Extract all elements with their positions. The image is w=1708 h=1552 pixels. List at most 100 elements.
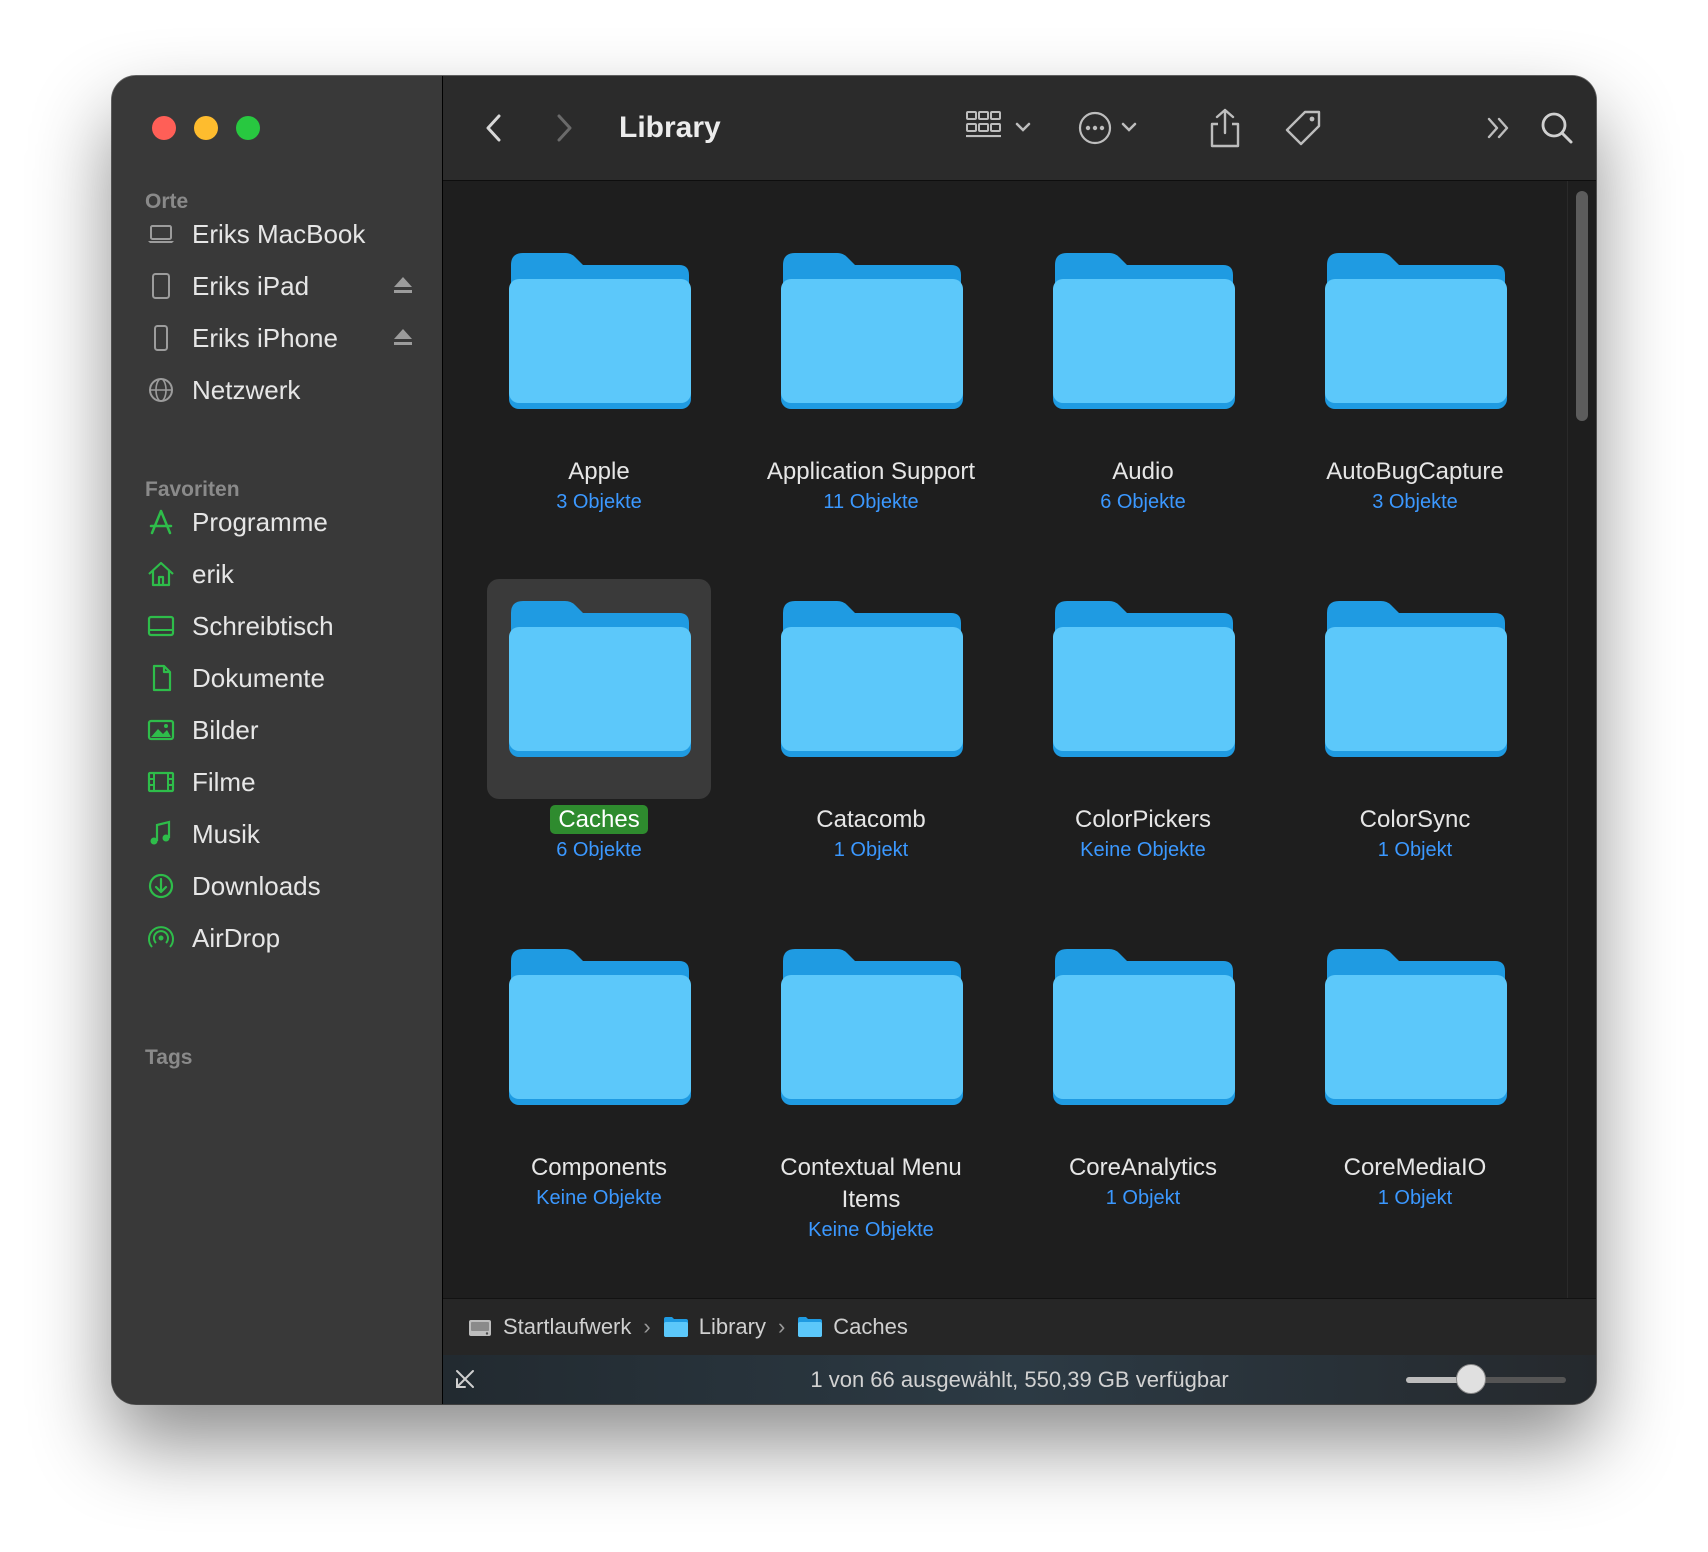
folder-item-count: 11 Objekte (823, 491, 919, 513)
folder-item-count: Keine Objekte (1080, 839, 1206, 861)
path-crumb-label: Library (698, 1314, 766, 1339)
folder-item-colorsync[interactable] (1303, 579, 1527, 799)
sidebar-item-musik[interactable]: Musik (144, 809, 414, 859)
action-menu-button[interactable] (1077, 106, 1147, 150)
folder-name[interactable]: ColorSync (1265, 804, 1565, 836)
folder-item-contextual-menu-items[interactable] (759, 927, 983, 1147)
sidebar-item-label: erik (192, 558, 234, 589)
window-title: Library (619, 111, 721, 144)
folder-name[interactable]: AutoBugCapture (1265, 456, 1565, 488)
sidebar-item-downloads[interactable]: Downloads (144, 861, 414, 911)
path-crumb-library[interactable]: Library (663, 1314, 766, 1340)
double-chevron-right-icon (1487, 117, 1509, 139)
eject-icon[interactable] (392, 326, 414, 348)
sidebar-item-airdrop[interactable]: AirDrop (144, 913, 414, 963)
folder-item-catacomb[interactable] (759, 579, 983, 799)
close-button[interactable] (152, 116, 176, 140)
folder-icon (509, 949, 691, 1105)
sidebar-item-netzwerk[interactable]: Netzwerk (144, 365, 414, 415)
folder-item-coreanalytics[interactable] (1031, 927, 1255, 1147)
sidebar-item-macbook[interactable]: Eriks MacBook (144, 209, 414, 259)
sidebar-item-bilder[interactable]: Bilder (144, 705, 414, 755)
folder-name[interactable]: ColorPickers (993, 804, 1293, 836)
document-icon (144, 663, 178, 693)
path-crumb-caches[interactable]: Caches (797, 1314, 908, 1340)
share-button[interactable] (1205, 106, 1245, 150)
laptop-icon (144, 219, 178, 249)
tag-icon (1285, 110, 1321, 146)
forward-button[interactable] (549, 106, 579, 150)
icon-size-slider[interactable] (1406, 1364, 1566, 1394)
folder-item-count: Keine Objekte (808, 1219, 934, 1241)
folder-name-line: Application Support (766, 458, 976, 485)
folder-item-apple[interactable] (487, 231, 711, 451)
status-text: 1 von 66 ausgewählt, 550,39 GB verfügbar (810, 1366, 1229, 1392)
folder-name-line: Caches (550, 805, 648, 834)
desktop-icon (144, 611, 178, 641)
sidebar-item-label: Musik (192, 818, 260, 849)
folder-item-autobugcapture[interactable] (1303, 231, 1527, 451)
sidebar-item-iphone[interactable]: Eriks iPhone (144, 313, 414, 363)
folder-icon (509, 601, 691, 757)
folder-name[interactable]: Apple (449, 456, 749, 488)
folder-name[interactable]: CoreAnalytics (993, 1152, 1293, 1184)
sidebar-item-programme[interactable]: Programme (144, 497, 414, 547)
sidebar-item-schreibtisch[interactable]: Schreibtisch (144, 601, 414, 651)
sidebar-section-tags: Tags (145, 1046, 193, 1069)
folder-icon (1053, 601, 1235, 757)
folder-icon (1325, 949, 1507, 1105)
slider-knob[interactable] (1456, 1364, 1486, 1394)
downloads-icon (144, 871, 178, 901)
folder-item-colorpickers[interactable] (1031, 579, 1255, 799)
folder-icon (1325, 253, 1507, 409)
sidebar-item-label: Eriks iPad (192, 270, 310, 301)
folder-name[interactable]: Audio (993, 456, 1293, 488)
path-crumb-startlaufwerk[interactable]: Startlaufwerk (467, 1314, 631, 1340)
eject-icon[interactable] (392, 274, 414, 296)
sidebar-item-ipad[interactable]: Eriks iPad (144, 261, 414, 311)
airdrop-icon (144, 923, 178, 953)
folder-name[interactable]: Catacomb (721, 804, 1021, 836)
folder-item-components[interactable] (487, 927, 711, 1147)
sidebar-item-label: Eriks MacBook (192, 218, 366, 249)
folder-icon (781, 601, 963, 757)
toolbar-overflow-button[interactable] (1481, 106, 1517, 150)
vertical-scrollbar[interactable] (1567, 181, 1596, 1371)
folder-name-line: Components (530, 1154, 668, 1181)
folder-icon (1325, 601, 1507, 757)
back-button[interactable] (479, 106, 509, 150)
folder-name[interactable]: Contextual Menu Items (721, 1152, 1021, 1216)
iphone-icon (144, 323, 178, 353)
minimize-button[interactable] (194, 116, 218, 140)
folder-item-coremediaio[interactable] (1303, 927, 1527, 1147)
tag-button[interactable] (1281, 106, 1325, 150)
folder-item-count: 1 Objekt (1377, 1187, 1453, 1209)
folder-name-line: Catacomb (816, 806, 926, 833)
sidebar-item-filme[interactable]: Filme (144, 757, 414, 807)
collapse-arrows-icon[interactable] (453, 1367, 477, 1391)
folder-item-count: Keine Objekte (536, 1187, 662, 1209)
chevron-left-icon (486, 114, 501, 142)
search-button[interactable] (1537, 106, 1577, 150)
hard-drive-icon (469, 1320, 491, 1336)
path-bar: Startlaufwerk › Library › Caches (443, 1298, 1596, 1355)
folder-item-application-support[interactable] (759, 231, 983, 451)
folder-name[interactable]: CoreMediaIO (1265, 1152, 1565, 1184)
zoom-button[interactable] (236, 116, 260, 140)
folder-name[interactable]: Application Support (721, 456, 1021, 488)
folder-name[interactable]: Components (449, 1152, 749, 1184)
folder-name[interactable]: Caches (449, 804, 749, 836)
finder-window: Orte Eriks MacBook Eriks iPad Eriks iPho… (112, 76, 1596, 1404)
folder-item-count: 1 Objekt (1105, 1187, 1181, 1209)
folder-name-line: CoreAnalytics (1068, 1154, 1218, 1181)
folder-item-caches[interactable] (487, 579, 711, 799)
path-separator-chevron-icon: › (643, 1314, 651, 1339)
folder-icon (1053, 949, 1235, 1105)
scrollbar-thumb[interactable] (1576, 191, 1588, 421)
sidebar-item-erik[interactable]: erik (144, 549, 414, 599)
folder-item-count: 1 Objekt (1377, 839, 1453, 861)
folder-item-count: 3 Objekte (1372, 491, 1458, 513)
folder-item-audio[interactable] (1031, 231, 1255, 451)
view-mode-button[interactable] (965, 106, 1041, 150)
sidebar-item-dokumente[interactable]: Dokumente (144, 653, 414, 703)
